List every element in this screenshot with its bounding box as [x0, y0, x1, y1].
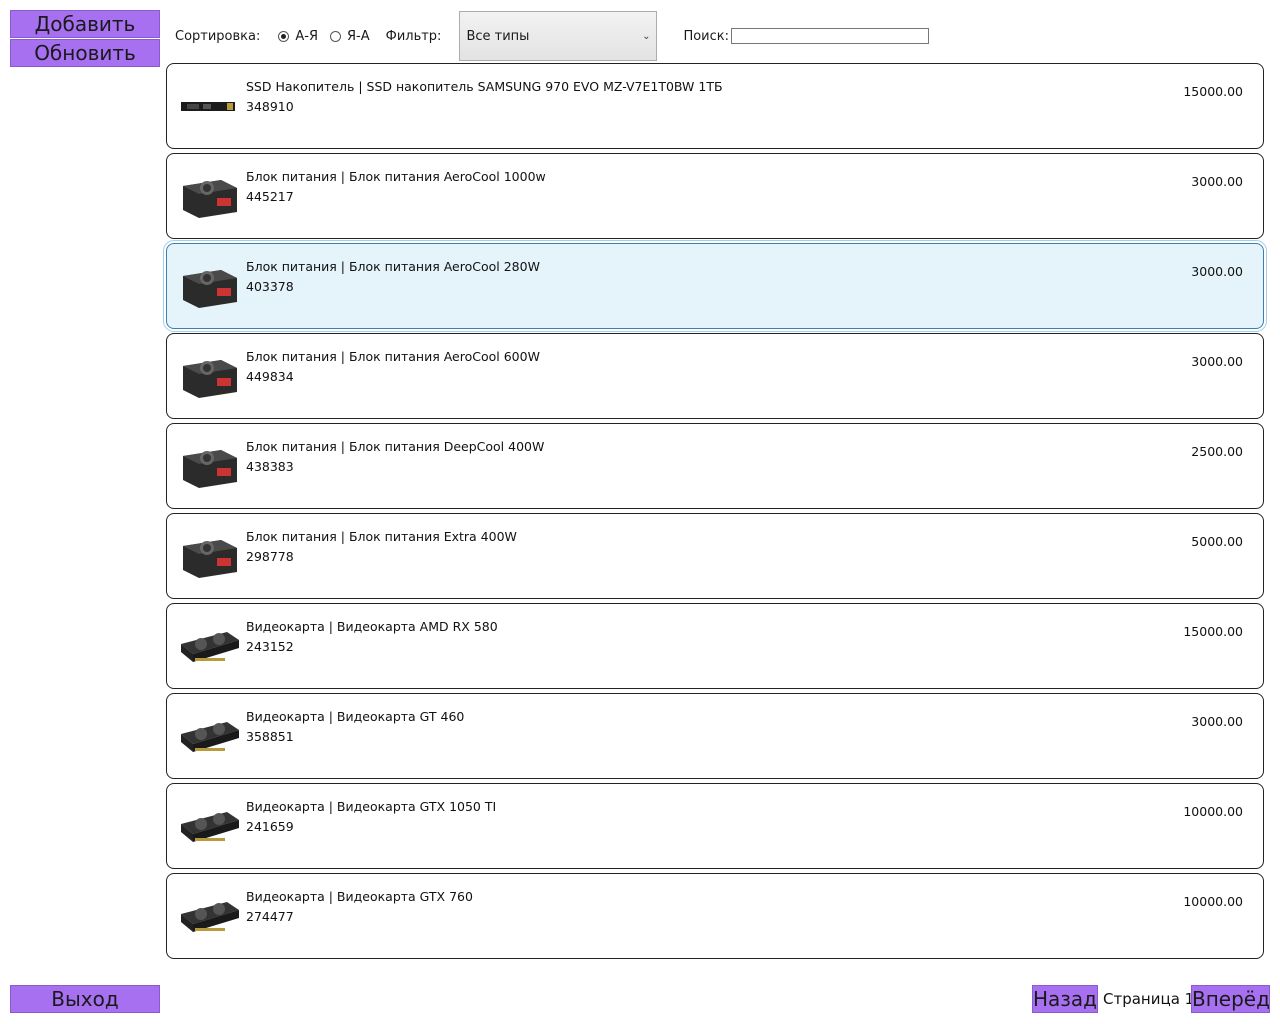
sort-asc-radio[interactable]: А-Я: [278, 29, 318, 44]
product-price: 10000.00: [1183, 894, 1243, 909]
product-item[interactable]: SSD Накопитель | SSD накопитель SAMSUNG …: [166, 63, 1264, 149]
radio-indicator[interactable]: [278, 30, 290, 42]
back-button[interactable]: Назад: [1032, 985, 1098, 1013]
psu-icon: [177, 262, 241, 310]
product-article: 298778: [246, 549, 294, 564]
product-price: 5000.00: [1191, 534, 1243, 549]
refresh-button[interactable]: Обновить: [10, 39, 160, 67]
filter-label: Фильтр:: [385, 28, 442, 44]
product-item[interactable]: Видеокарта | Видеокарта GTX 760 274477 100…: [166, 873, 1264, 959]
product-item[interactable]: Блок питания | Блок питания AeroCool 100…: [166, 153, 1264, 239]
product-title: Видеокарта | Видеокарта GT 460: [246, 709, 465, 724]
product-title: Блок питания | Блок питания AeroCool 600…: [246, 349, 540, 364]
add-button[interactable]: Добавить: [10, 10, 160, 38]
gpu-icon: [177, 712, 241, 760]
product-price: 10000.00: [1183, 804, 1243, 819]
sort-label: Сортировка:: [175, 28, 261, 44]
chevron-down-icon: ⌄: [642, 30, 651, 42]
product-article: 243152: [246, 639, 294, 654]
sort-asc-label: А-Я: [295, 28, 318, 44]
product-price: 15000.00: [1183, 624, 1243, 639]
product-item[interactable]: Блок питания | Блок питания Extra 400W 29…: [166, 513, 1264, 599]
product-article: 241659: [246, 819, 294, 834]
product-title: Блок питания | Блок питания AeroCool 280…: [246, 259, 540, 274]
toolbar: Сортировка: А-Я Я-А Фильтр: Все типы ⌄ П…: [175, 10, 930, 62]
gpu-icon: [177, 802, 241, 850]
product-item[interactable]: Блок питания | Блок питания AeroCool 600…: [166, 333, 1264, 419]
product-title: Блок питания | Блок питания AeroCool 100…: [246, 169, 546, 184]
ssd-icon: [177, 82, 241, 130]
product-article: 403378: [246, 279, 294, 294]
product-list: SSD Накопитель | SSD накопитель SAMSUNG …: [163, 63, 1267, 963]
gpu-icon: [177, 892, 241, 940]
product-article: 449834: [246, 369, 294, 384]
product-article: 358851: [246, 729, 294, 744]
product-title: SSD Накопитель | SSD накопитель SAMSUNG …: [246, 79, 723, 94]
product-price: 3000.00: [1191, 174, 1243, 189]
psu-icon: [177, 172, 241, 220]
next-button[interactable]: Вперёд: [1191, 985, 1270, 1013]
sort-desc-label: Я-А: [347, 28, 370, 44]
filter-select[interactable]: Все типы ⌄: [459, 11, 658, 61]
search-input[interactable]: [731, 28, 930, 44]
psu-icon: [177, 532, 241, 580]
product-title: Видеокарта | Видеокарта GTX 1050 TI: [246, 799, 497, 814]
product-article: 445217: [246, 189, 294, 204]
product-title: Видеокарта | Видеокарта AMD RX 580: [246, 619, 498, 634]
sort-desc-radio[interactable]: Я-А: [330, 29, 370, 44]
product-price: 15000.00: [1183, 84, 1243, 99]
product-item[interactable]: Видеокарта | Видеокарта AMD RX 580 243152…: [166, 603, 1264, 689]
product-item[interactable]: Блок питания | Блок питания DeepCool 400…: [166, 423, 1264, 509]
product-price: 2500.00: [1191, 444, 1243, 459]
radio-indicator[interactable]: [330, 30, 341, 42]
product-article: 274477: [246, 909, 294, 924]
product-title: Блок питания | Блок питания DeepCool 400…: [246, 439, 545, 454]
product-article: 438383: [246, 459, 294, 474]
product-price: 3000.00: [1191, 264, 1243, 279]
psu-icon: [177, 352, 241, 400]
product-price: 3000.00: [1191, 714, 1243, 729]
search-label: Поиск:: [683, 28, 730, 44]
product-article: 348910: [246, 99, 294, 114]
psu-icon: [177, 442, 241, 490]
filter-value: Все типы: [466, 28, 530, 44]
product-title: Видеокарта | Видеокарта GTX 760: [246, 889, 473, 904]
gpu-icon: [177, 622, 241, 670]
product-item[interactable]: Видеокарта | Видеокарта GT 460 358851 3000…: [166, 693, 1264, 779]
exit-button[interactable]: Выход: [10, 985, 160, 1013]
product-price: 3000.00: [1191, 354, 1243, 369]
product-item[interactable]: Блок питания | Блок питания AeroCool 280…: [163, 240, 1267, 332]
product-item[interactable]: Видеокарта | Видеокарта GTX 1050 TI 24165…: [166, 783, 1264, 869]
page-indicator: Страница 1: [1103, 990, 1195, 1008]
product-title: Блок питания | Блок питания Extra 400W: [246, 529, 517, 544]
